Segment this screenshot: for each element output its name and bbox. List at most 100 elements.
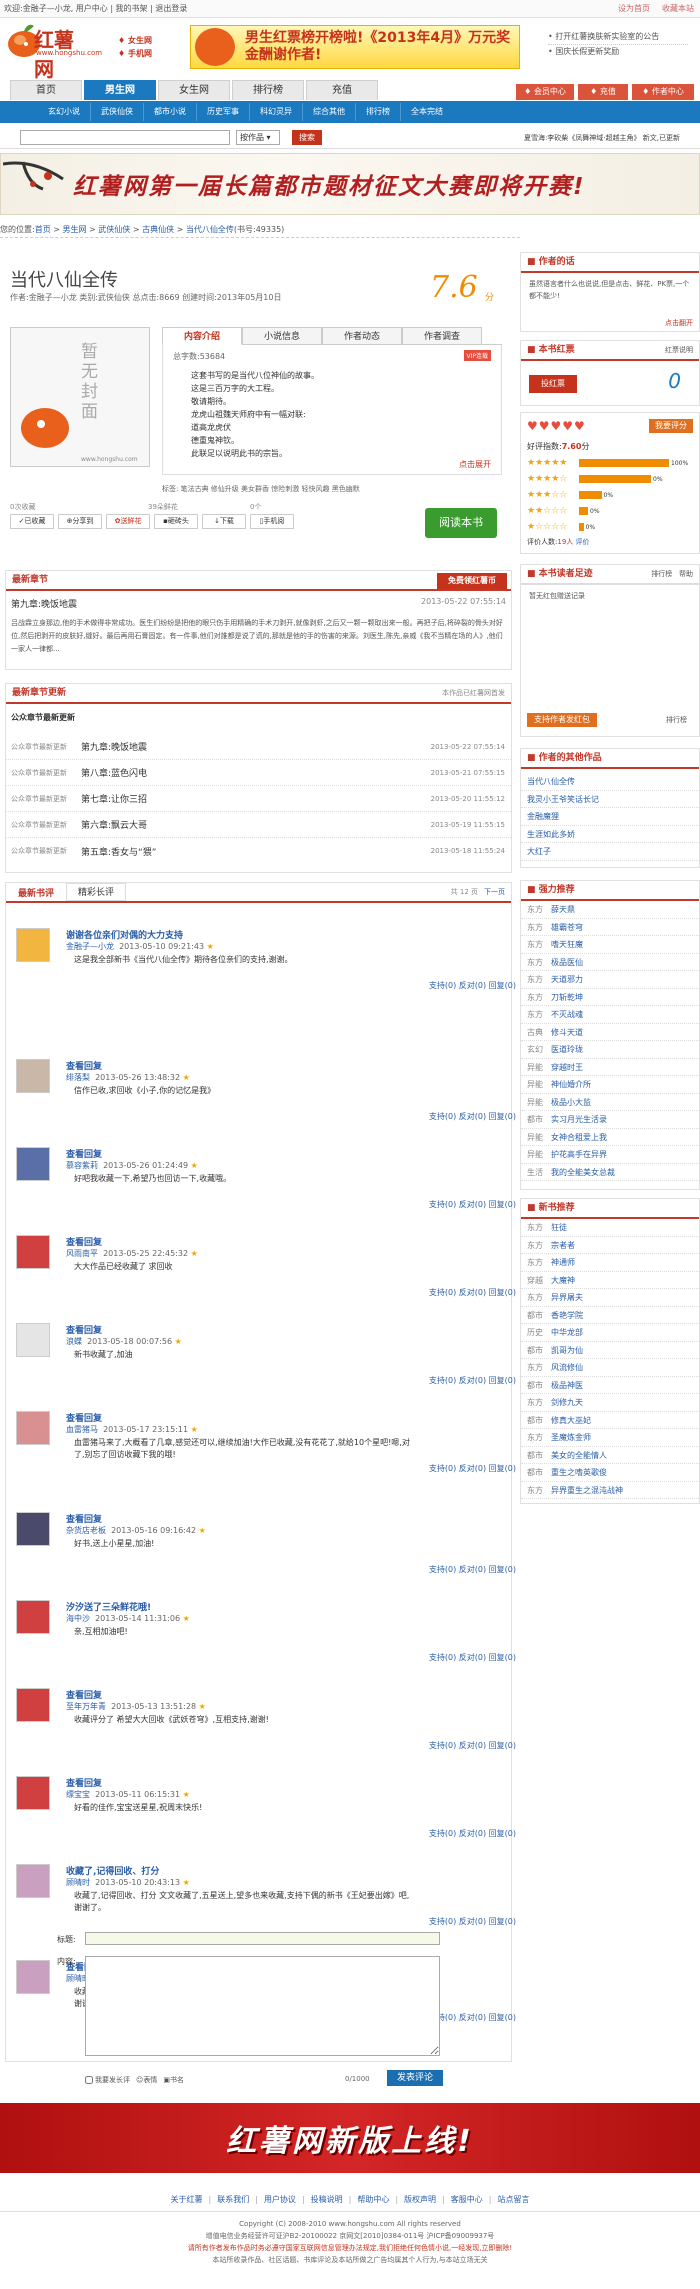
footprint-rank[interactable]: 排行榜 xyxy=(666,715,687,725)
recommend-item[interactable]: 异能 女神合租爱上我 xyxy=(521,1129,699,1146)
recommend-item[interactable]: 东方 天道邪力 xyxy=(521,971,699,989)
nav-tab-male[interactable]: 男生网 xyxy=(84,80,156,100)
other-work-item[interactable]: 当代八仙全传 xyxy=(521,773,699,791)
search-input[interactable] xyxy=(20,130,230,145)
reviewer-avatar[interactable] xyxy=(16,1411,50,1445)
recommend-item[interactable]: 东方 薛天鼎 xyxy=(521,901,699,919)
new-book-item[interactable]: 都市 极品神医 xyxy=(521,1377,699,1394)
free-coin-button[interactable]: 免费领红薯币 xyxy=(437,573,507,589)
reviewer-avatar[interactable] xyxy=(16,1863,50,1898)
reviewer-avatar[interactable] xyxy=(16,1775,50,1810)
footer-link[interactable]: 用户协议 xyxy=(264,2195,296,2204)
update-row[interactable]: 公众章节最新更新 第七章:让你三招 2013-05-20 11:55:12 xyxy=(6,786,511,812)
expand-link[interactable]: 点击展开 xyxy=(459,459,491,470)
submit-comment-button[interactable]: 发表评论 xyxy=(387,2070,443,2086)
new-book-item[interactable]: 历史 中华龙部 xyxy=(521,1324,699,1342)
update-row[interactable]: 公众章节最新更新 第五章:香女与“猥” 2013-05-18 11:55:24 xyxy=(6,838,511,864)
member-center-button[interactable]: ♦ 会员中心 xyxy=(516,84,574,100)
new-book-item[interactable]: 都市 重生之嗜英歌俊 xyxy=(521,1464,699,1482)
notice-item[interactable]: • 国庆长假更新奖励 xyxy=(548,45,688,59)
search-button[interactable]: 搜索 xyxy=(292,130,322,145)
recommend-item[interactable]: 异能 护花高手在异界 xyxy=(521,1146,699,1164)
rate-link[interactable]: 评价 xyxy=(576,538,590,546)
other-work-item[interactable]: 大红子 xyxy=(521,843,699,861)
reviews-next-page[interactable]: 下一页 xyxy=(484,887,505,897)
subnav-finished[interactable]: 全本完结 xyxy=(401,103,453,121)
subnav-dushi[interactable]: 都市小说 xyxy=(144,103,197,121)
review-actions[interactable]: 支持(0) 反对(0) 回复(0) xyxy=(429,1828,516,1839)
nav-tab-female[interactable]: 女生网 xyxy=(158,80,230,100)
female-site-link[interactable]: ♦ 女生网 xyxy=(118,34,152,47)
other-work-item[interactable]: 金融魔狸 xyxy=(521,808,699,826)
review-title[interactable]: 谢谢各位亲们对偶的大力支持 xyxy=(66,928,183,941)
recommend-item[interactable]: 古典 修斗天道 xyxy=(521,1024,699,1041)
top-ad-banner[interactable]: 男生红票榜开榜啦!《2013年4月》万元奖金酬谢作者! xyxy=(190,25,520,69)
add-fav-link[interactable]: 收藏本站 xyxy=(662,3,694,14)
update-row[interactable]: 公众章节最新更新 第八章:蓝色闪电 2013-05-21 07:55:15 xyxy=(6,760,511,786)
review-title[interactable]: 收藏了,记得回收、打分 xyxy=(66,1864,159,1877)
tab-author-survey[interactable]: 作者调查 xyxy=(402,326,482,345)
recommend-item[interactable]: 东方 嗜天狂魔 xyxy=(521,936,699,954)
review-title[interactable]: 汐汐送了三朵鲜花哦! xyxy=(66,1600,151,1613)
review-title[interactable]: 查看回复 xyxy=(66,1512,102,1525)
footer-link[interactable]: 联系我们 xyxy=(217,2195,249,2204)
breadcrumb-home[interactable]: 首页 xyxy=(35,224,51,235)
recommend-item[interactable]: 生活 我的全能美女总裁 xyxy=(521,1164,699,1181)
new-book-item[interactable]: 东方 风流修仙 xyxy=(521,1359,699,1377)
subnav-lishi[interactable]: 历史军事 xyxy=(197,103,250,121)
new-book-item[interactable]: 都市 凯哥为仙 xyxy=(521,1342,699,1359)
review-actions[interactable]: 支持(0) 反对(0) 回复(0) xyxy=(429,1199,516,1210)
send-flower-button[interactable]: ✿送鲜花 xyxy=(106,514,150,529)
footer-link[interactable]: 版权声明 xyxy=(404,2195,436,2204)
footer-link[interactable]: 客服中心 xyxy=(451,2195,483,2204)
red-ticket-help[interactable]: 红票说明 xyxy=(665,341,693,359)
recommend-item[interactable]: 异能 极品小大监 xyxy=(521,1094,699,1111)
book-name-button[interactable]: ▣书名 xyxy=(163,2075,184,2085)
reviewer-avatar[interactable] xyxy=(16,1147,50,1181)
footprint-help-link[interactable]: 帮助 xyxy=(679,570,693,578)
nav-tab-home[interactable]: 首页 xyxy=(10,80,82,100)
recommend-item[interactable]: 异能 神仙婚介所 xyxy=(521,1076,699,1094)
update-row[interactable]: 公众章节最新更新 第九章:晚饭地震 2013-05-22 07:55:14 xyxy=(6,734,511,760)
other-work-item[interactable]: 我灵小王爷笑话长记 xyxy=(521,791,699,808)
review-title[interactable]: 查看回复 xyxy=(66,1059,102,1072)
review-title[interactable]: 查看回复 xyxy=(66,1688,102,1701)
comment-content-textarea[interactable] xyxy=(85,1956,440,2056)
rate-button[interactable]: 我要评分 xyxy=(649,419,693,433)
tab-intro[interactable]: 内容介绍 xyxy=(162,326,242,345)
new-book-item[interactable]: 都市 美女的全能情人 xyxy=(521,1447,699,1464)
subnav-zonghe[interactable]: 综合其他 xyxy=(303,103,356,121)
tab-author-news[interactable]: 作者动态 xyxy=(322,326,402,345)
new-book-item[interactable]: 都市 香艳学院 xyxy=(521,1307,699,1324)
recommend-item[interactable]: 东方 雄霸苍穹 xyxy=(521,919,699,936)
breadcrumb-male[interactable]: 男生网 xyxy=(63,224,87,235)
mobile-read-button[interactable]: ▯手机阅 xyxy=(250,514,294,529)
reviewer-avatar[interactable] xyxy=(16,927,50,962)
subnav-wuxia[interactable]: 武侠仙侠 xyxy=(91,103,144,121)
review-title[interactable]: 查看回复 xyxy=(66,1776,102,1789)
reviewer-avatar[interactable] xyxy=(16,1235,50,1269)
site-logo[interactable]: 红薯网 www.hongshu.com xyxy=(4,22,102,81)
new-book-item[interactable]: 东方 神通师 xyxy=(521,1254,699,1272)
breadcrumb-classic[interactable]: 古典仙侠 xyxy=(142,224,174,235)
reviewer-avatar[interactable] xyxy=(16,1511,50,1546)
long-review-checkbox[interactable] xyxy=(85,2076,93,2084)
review-actions[interactable]: 支持(0) 反对(0) 回复(0) xyxy=(429,1375,516,1386)
latest-chapter-link[interactable]: 第九章:晚饭地震 xyxy=(11,597,77,610)
new-book-item[interactable]: 东方 异界屠夫 xyxy=(521,1289,699,1307)
share-button[interactable]: ⊕分享到 xyxy=(58,514,102,529)
subnav-rank[interactable]: 排行榜 xyxy=(356,103,401,121)
update-row[interactable]: 公众章节最新更新 第六章:飘云大哥 2013-05-19 11:55:15 xyxy=(6,812,511,838)
new-book-item[interactable]: 都市 修真大巫妃 xyxy=(521,1412,699,1429)
new-book-item[interactable]: 穿越 大魔神 xyxy=(521,1272,699,1289)
tab-latest-reviews[interactable]: 最新书评 xyxy=(6,886,66,899)
review-actions[interactable]: 支持(0) 反对(0) 回复(0) xyxy=(429,1111,516,1122)
recommend-item[interactable]: 玄幻 医道玲珑 xyxy=(521,1041,699,1059)
tab-novel-info[interactable]: 小说信息 xyxy=(242,326,322,345)
recommend-item[interactable]: 东方 极品医仙 xyxy=(521,954,699,971)
footer-link[interactable]: 站点留言 xyxy=(497,2195,529,2204)
bottom-banner[interactable]: 红薯网新版上线! xyxy=(0,2103,700,2173)
emoji-button[interactable]: ☺表情 xyxy=(136,2075,157,2085)
review-title[interactable]: 查看回复 xyxy=(66,1323,102,1336)
footprint-rank-link[interactable]: 排行榜 xyxy=(651,570,672,578)
